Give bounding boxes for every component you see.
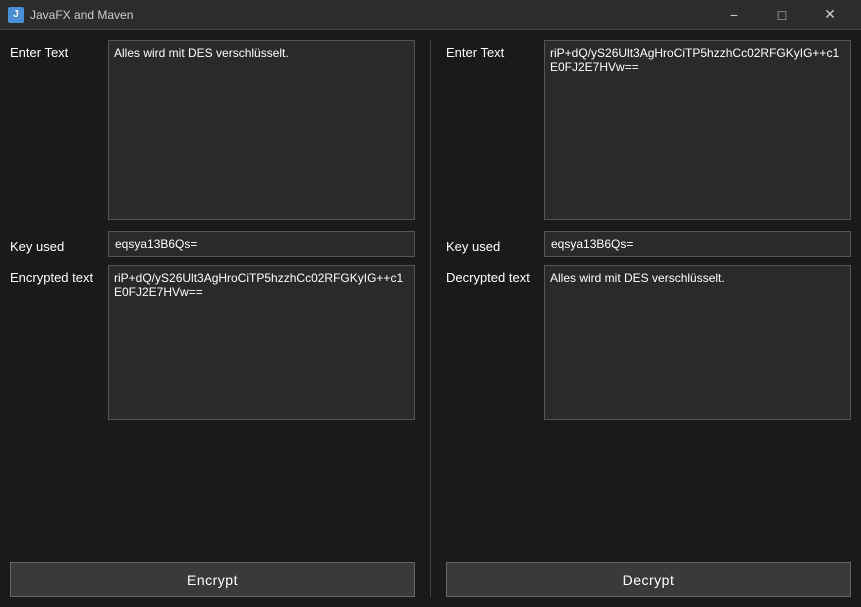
decrypt-key-label: Key used — [446, 234, 536, 254]
decrypt-result-container: Alles wird mit DES verschlüsselt. — [544, 265, 851, 423]
decrypt-panel: Enter Text riP+dQ/yS26Ult3AgHroCiTP5hzzh… — [446, 40, 851, 597]
decrypt-button[interactable]: Decrypt — [446, 562, 851, 597]
window-title: JavaFX and Maven — [30, 8, 711, 22]
encrypt-enter-text-container: Alles wird mit DES verschlüsselt. — [108, 40, 415, 223]
encrypt-key-input[interactable] — [108, 231, 415, 257]
decrypt-enter-text-label: Enter Text — [446, 40, 536, 60]
decrypt-result-label: Decrypted text — [446, 265, 536, 285]
encrypt-result-text[interactable]: riP+dQ/yS26Ult3AgHroCiTP5hzzhCc02RFGKyIG… — [108, 265, 415, 420]
decrypt-enter-text-container: riP+dQ/yS26Ult3AgHroCiTP5hzzhCc02RFGKyIG… — [544, 40, 851, 223]
main-content: Enter Text Alles wird mit DES verschlüss… — [0, 30, 861, 607]
close-button[interactable]: ✕ — [807, 0, 853, 30]
panel-divider — [430, 40, 431, 597]
decrypt-key-row: Key used — [446, 231, 851, 257]
title-bar: J JavaFX and Maven − □ ✕ — [0, 0, 861, 30]
encrypt-enter-text-input[interactable]: Alles wird mit DES verschlüsselt. — [108, 40, 415, 220]
decrypt-key-input[interactable] — [544, 231, 851, 257]
encrypt-panel: Enter Text Alles wird mit DES verschlüss… — [10, 40, 415, 597]
window-controls: − □ ✕ — [711, 0, 853, 30]
decrypt-result-text[interactable]: Alles wird mit DES verschlüsselt. — [544, 265, 851, 420]
maximize-button[interactable]: □ — [759, 0, 805, 30]
app-icon: J — [8, 7, 24, 23]
encrypt-key-row: Key used — [10, 231, 415, 257]
minimize-button[interactable]: − — [711, 0, 757, 30]
encrypt-result-label: Encrypted text — [10, 265, 100, 285]
encrypt-result-row: Encrypted text riP+dQ/yS26Ult3AgHroCiTP5… — [10, 265, 415, 423]
encrypt-enter-text-label: Enter Text — [10, 40, 100, 60]
decrypt-result-row: Decrypted text Alles wird mit DES versch… — [446, 265, 851, 423]
decrypt-enter-text-row: Enter Text riP+dQ/yS26Ult3AgHroCiTP5hzzh… — [446, 40, 851, 223]
encrypt-button[interactable]: Encrypt — [10, 562, 415, 597]
encrypt-key-label: Key used — [10, 234, 100, 254]
encrypt-enter-text-row: Enter Text Alles wird mit DES verschlüss… — [10, 40, 415, 223]
decrypt-enter-text-input[interactable]: riP+dQ/yS26Ult3AgHroCiTP5hzzhCc02RFGKyIG… — [544, 40, 851, 220]
encrypt-result-container: riP+dQ/yS26Ult3AgHroCiTP5hzzhCc02RFGKyIG… — [108, 265, 415, 423]
